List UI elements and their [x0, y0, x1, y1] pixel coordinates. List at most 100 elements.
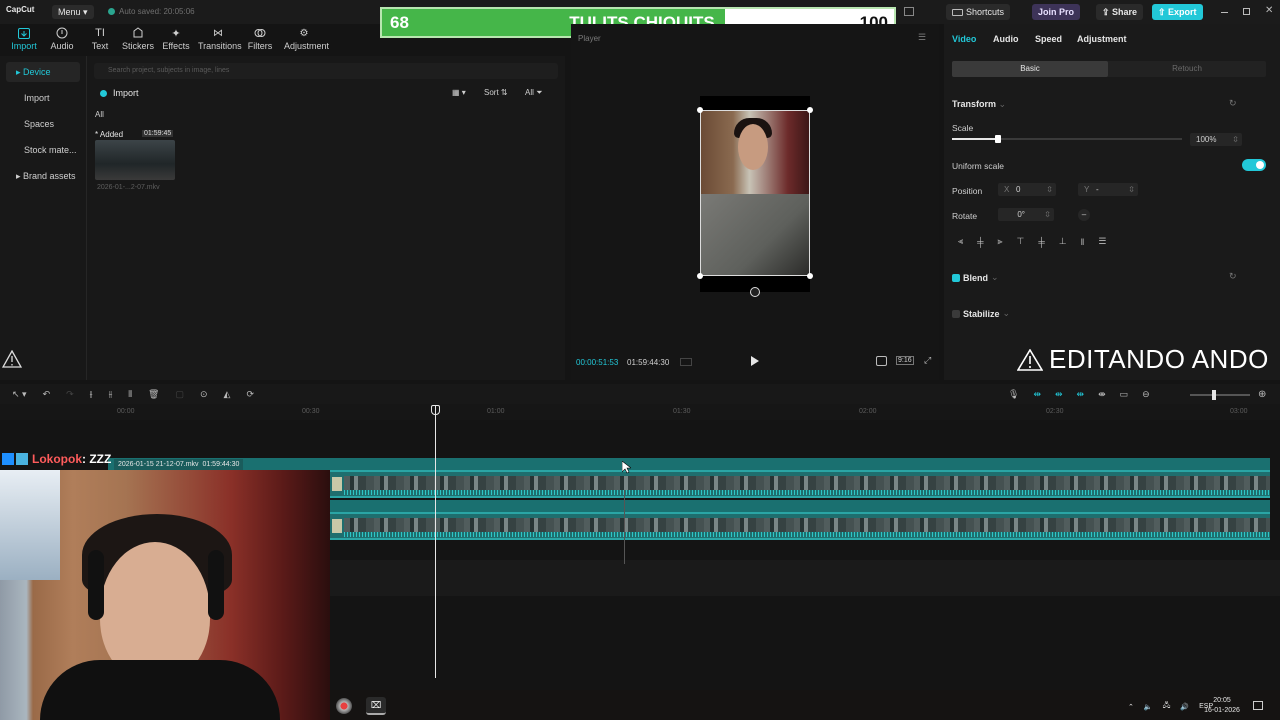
- rotate-field[interactable]: 0° ⇳: [998, 208, 1054, 221]
- tab-import[interactable]: Import: [4, 26, 44, 51]
- video-clip[interactable]: [330, 470, 1270, 498]
- stabilize-checkbox-icon[interactable]: [952, 309, 960, 318]
- tab-transitions[interactable]: ⋈ Transitions: [198, 26, 242, 52]
- resize-handle[interactable]: [807, 273, 813, 279]
- zoom-slider[interactable]: [1190, 394, 1250, 396]
- maximize-icon[interactable]: [1243, 8, 1250, 15]
- menu-button[interactable]: Menu ▾: [52, 5, 94, 19]
- tab-audio[interactable]: Audio: [42, 26, 82, 51]
- zoom-slider-handle[interactable]: [1212, 390, 1216, 400]
- position-y-field[interactable]: Y - ⇳: [1078, 183, 1138, 196]
- mirror-icon[interactable]: ◭: [224, 389, 231, 400]
- join-pro-button[interactable]: Join Pro: [1032, 4, 1081, 20]
- sort-button[interactable]: Sort ⇅: [484, 88, 508, 97]
- zoom-out-icon[interactable]: ⊖: [1142, 389, 1150, 400]
- import-button[interactable]: Import: [100, 88, 139, 98]
- tab-video[interactable]: Video: [952, 34, 976, 44]
- expand-icon[interactable]: ⤢: [924, 355, 931, 366]
- empty-track[interactable]: [330, 560, 1280, 596]
- close-icon[interactable]: ✕: [1265, 5, 1273, 16]
- volume-icon[interactable]: 🔊: [1180, 703, 1189, 711]
- rotate-handle-icon[interactable]: [750, 287, 760, 297]
- stabilize-section[interactable]: Stabilize ⌄: [952, 308, 1010, 319]
- capcut-taskbar-icon[interactable]: ⌧: [366, 697, 386, 715]
- tab-filters[interactable]: Filters: [240, 26, 280, 51]
- play-range-icon[interactable]: ⊙: [200, 389, 208, 400]
- search-input[interactable]: Search project, subjects in image, lines: [94, 63, 558, 79]
- share-button[interactable]: ⇪ Share: [1096, 4, 1144, 20]
- export-button[interactable]: ⇧ Export: [1152, 4, 1203, 20]
- notification-icon[interactable]: [1253, 701, 1263, 710]
- video-clip[interactable]: [330, 512, 1270, 540]
- tab-adjustment-settings[interactable]: Adjustment: [1077, 34, 1127, 44]
- delete-icon[interactable]: 🗑: [148, 389, 159, 400]
- align-center-icon[interactable]: ╪: [977, 237, 983, 247]
- obs-icon[interactable]: [336, 698, 352, 714]
- timeline-ruler[interactable]: [0, 404, 1280, 420]
- align-middle-icon[interactable]: ╪: [1038, 237, 1044, 247]
- tab-stickers[interactable]: Stickers: [118, 26, 158, 51]
- resize-handle[interactable]: [807, 107, 813, 113]
- view-toggle-icon[interactable]: ▦ ▾: [452, 88, 466, 97]
- aspect-ratio-button[interactable]: 9:16: [896, 356, 914, 365]
- shortcuts-button[interactable]: Shortcuts: [946, 4, 1011, 20]
- sidebar-item-brand-assets[interactable]: ▸ Brand assets: [6, 166, 80, 192]
- speaker-icon[interactable]: 🔈: [1144, 703, 1153, 711]
- fullscreen-frame-icon[interactable]: [876, 356, 887, 366]
- align-top-icon[interactable]: ⊤: [1017, 236, 1025, 247]
- player-menu-icon[interactable]: ☰: [918, 32, 926, 43]
- selection-box[interactable]: [700, 110, 810, 276]
- preview-axis-icon[interactable]: ▭: [1120, 389, 1129, 400]
- network-icon[interactable]: 🖧: [1163, 701, 1171, 712]
- play-icon[interactable]: [751, 356, 759, 366]
- clock[interactable]: 20:05 16-01-2026: [1200, 696, 1244, 716]
- sidebar-item-device[interactable]: ▸ Device: [6, 62, 80, 82]
- minimize-icon[interactable]: [1221, 12, 1228, 13]
- tab-speed[interactable]: Speed: [1035, 34, 1062, 44]
- sidebar-item-stock[interactable]: Stock mate...: [6, 140, 80, 166]
- playhead-handle[interactable]: [431, 405, 440, 415]
- zoom-in-icon[interactable]: ⊕: [1258, 389, 1266, 400]
- tab-text[interactable]: TI Text: [80, 26, 120, 51]
- magnet-icon[interactable]: ⇹: [1055, 389, 1063, 400]
- align-left-icon[interactable]: ⫷: [958, 236, 963, 247]
- blend-section[interactable]: Blend ⌄: [952, 272, 999, 283]
- scale-value-field[interactable]: 100% ⇳: [1190, 133, 1242, 146]
- blend-reset-icon[interactable]: ↻: [1229, 271, 1237, 282]
- undo-icon[interactable]: ↶: [43, 389, 51, 400]
- sidebar-item-import[interactable]: Import: [6, 88, 80, 114]
- tab-effects[interactable]: ✦ Effects: [156, 26, 196, 52]
- media-thumbnail[interactable]: [95, 140, 175, 180]
- timeline-view-icon[interactable]: [680, 358, 692, 366]
- sidebar-item-spaces[interactable]: Spaces: [6, 114, 80, 140]
- split-icon[interactable]: ⫲: [90, 389, 93, 400]
- main-track-clip[interactable]: [108, 458, 1270, 470]
- distribute-v-icon[interactable]: ☰: [1098, 236, 1106, 247]
- filter-all-button[interactable]: All ⏷: [525, 88, 543, 98]
- link-icon[interactable]: ⇹: [1077, 389, 1085, 400]
- split-right-icon[interactable]: ⫴: [128, 389, 132, 400]
- playhead[interactable]: [435, 406, 436, 678]
- select-tool-icon[interactable]: ↖ ▾: [12, 389, 27, 400]
- mic-icon[interactable]: 🎙: [1008, 389, 1019, 400]
- resize-handle[interactable]: [697, 107, 703, 113]
- scale-slider-handle[interactable]: [995, 135, 1001, 143]
- link-main-icon[interactable]: ⇹: [1033, 389, 1041, 400]
- uniform-scale-toggle[interactable]: [1242, 159, 1266, 171]
- layout-icon[interactable]: [904, 7, 914, 16]
- tab-adjustment[interactable]: ⚙ Adjustment: [284, 26, 329, 52]
- tab-audio-settings[interactable]: Audio: [993, 34, 1019, 44]
- rotate-dial-icon[interactable]: –: [1078, 209, 1090, 221]
- tab-retouch[interactable]: Retouch: [1108, 61, 1266, 77]
- reset-icon[interactable]: ↻: [1229, 98, 1237, 109]
- split-left-icon[interactable]: ⫳: [109, 389, 113, 400]
- redo-icon[interactable]: ↷: [66, 389, 74, 400]
- distribute-h-icon[interactable]: ‖: [1081, 237, 1085, 247]
- rotate-icon[interactable]: ⟳: [246, 389, 254, 400]
- align-right-icon[interactable]: ⫸: [997, 236, 1002, 247]
- position-x-field[interactable]: X 0 ⇳: [998, 183, 1056, 196]
- resize-handle[interactable]: [697, 273, 703, 279]
- blend-checkbox-icon[interactable]: [952, 273, 960, 282]
- freeze-icon[interactable]: ▢: [175, 389, 184, 400]
- align-bottom-icon[interactable]: ⊥: [1059, 236, 1067, 247]
